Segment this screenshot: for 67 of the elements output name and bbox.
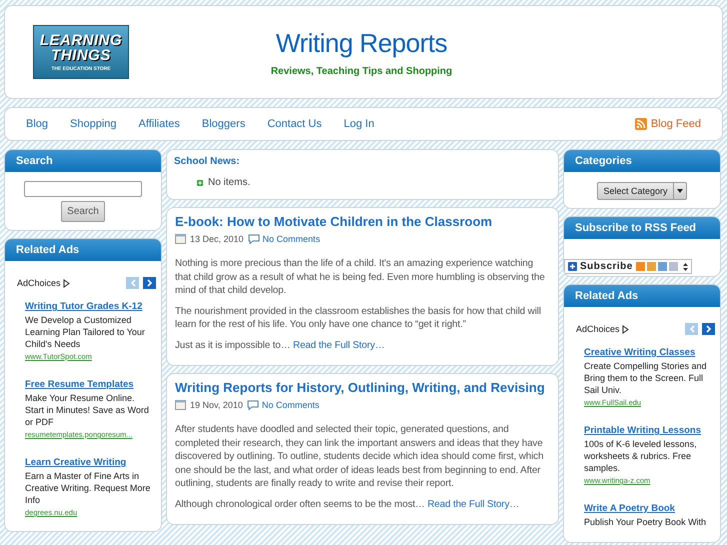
play-triangle-icon bbox=[62, 278, 70, 288]
adchoices-link[interactable]: AdChoices bbox=[576, 324, 629, 334]
widget-header: Search bbox=[5, 150, 161, 172]
post-paragraph: The nourishment provided in the classroom establishes the basis for how that child will learn for the rest of his life. You only have one chance to “get it right.” bbox=[175, 304, 542, 332]
ad-title-link[interactable]: Creative Writing Classes bbox=[584, 347, 712, 358]
site-title[interactable]: Writing Reports bbox=[276, 28, 448, 58]
adchoices-link[interactable]: AdChoices bbox=[17, 278, 70, 288]
nav-link[interactable]: Log In bbox=[344, 118, 374, 130]
post-title-link[interactable]: Writing Reports for History, Outlining, Writing, and Revising bbox=[175, 380, 550, 395]
chevron-left-icon bbox=[130, 279, 136, 287]
ad-description: Create Compelling Stories and Bring them to the Screen. Full Sail Univ. bbox=[584, 360, 708, 396]
nav-link[interactable]: Shopping bbox=[70, 118, 117, 130]
ad-title-link[interactable]: Printable Writing Lessons bbox=[584, 425, 712, 436]
ad-description: 100s of K-6 leveled lessons, worksheets & rubrics. Free samples. bbox=[584, 438, 698, 474]
chevron-right-icon bbox=[706, 325, 712, 333]
ad-title-link[interactable]: Writing Tutor Grades K-12 bbox=[25, 301, 153, 312]
calendar-icon bbox=[175, 400, 186, 410]
read-more-link[interactable]: Read the Full Story… bbox=[292, 340, 385, 350]
widget-header: Related Ads bbox=[564, 285, 720, 307]
nav-link[interactable]: Blog bbox=[26, 118, 48, 130]
category-dropdown[interactable]: Select Category bbox=[597, 182, 687, 200]
news-item-text: No items. bbox=[208, 177, 250, 188]
nav-link[interactable]: Bloggers bbox=[202, 118, 246, 130]
post-excerpt: Just as it is impossible to… Read the Full Story… bbox=[175, 338, 386, 352]
blog-feed-link[interactable]: Blog Feed bbox=[634, 118, 701, 130]
ad-description: Make Your Resume Online. Start in Minutes! Save as Word or PDF bbox=[25, 392, 150, 428]
ad-title-link[interactable]: Free Resume Templates bbox=[25, 379, 153, 390]
rss-icon bbox=[634, 118, 647, 130]
widget-header: Related Ads bbox=[5, 239, 161, 261]
chevron-left-icon bbox=[688, 325, 694, 333]
post-paragraph: Nothing is more precious than the life of a child. It's an amazing experience watching that child grow as a result of what he is being fed. Even more humbling is observing the mind of that child develop. bbox=[175, 257, 546, 298]
widget-header: Subscribe to RSS Feed bbox=[564, 217, 720, 239]
read-more-link[interactable]: Read the Full Story… bbox=[427, 498, 520, 510]
post-date: 19 Nov, 2010 bbox=[190, 400, 243, 410]
previous-button[interactable] bbox=[685, 323, 698, 335]
previous-button[interactable] bbox=[126, 277, 139, 289]
comments-link[interactable]: No Comments bbox=[248, 234, 320, 244]
nav-link[interactable]: Contact Us bbox=[267, 118, 322, 130]
plus-icon bbox=[568, 262, 577, 271]
post-title-link[interactable]: E-book: How to Motivate Children in the Classroom bbox=[175, 214, 550, 229]
next-button[interactable] bbox=[143, 277, 156, 289]
calendar-icon bbox=[175, 234, 186, 244]
search-field[interactable] bbox=[24, 181, 142, 197]
ad-title-link[interactable]: Write A Poetry Book bbox=[584, 503, 712, 514]
site-tagline: Reviews, Teaching Tips and Shopping bbox=[270, 66, 452, 76]
ad-title-link[interactable]: Learn Creative Writing bbox=[25, 457, 153, 468]
post-excerpt: Although chronological order often seems to be the most… Read the Full Story… bbox=[175, 498, 520, 511]
speech-bubble-icon bbox=[246, 400, 259, 410]
post-paragraph: After students have doodled and selected their topic, generated questions, and completed their research, they can link the important answers and ideas that they have discovered by outlining. To outline, students decide which idea should come first, which one should be the last, and what order of ideas leads best from beginning to end. After outlining, students are finally ready to write and revise their report. bbox=[175, 423, 544, 490]
speech-bubble-icon bbox=[248, 234, 260, 244]
nav-link[interactable]: Affiliates bbox=[138, 118, 180, 130]
post-date: 13 Dec, 2010 bbox=[190, 234, 244, 244]
feed-reader-icons bbox=[636, 262, 680, 271]
up-down-arrows-icon bbox=[682, 262, 688, 270]
play-triangle-icon bbox=[622, 324, 629, 334]
ad-description: Earn a Master of Fine Arts in Creative Writing. Request More Info bbox=[25, 470, 152, 506]
ad-description: Publish Your Poetry Book With bbox=[584, 516, 708, 528]
comments-link[interactable]: No Comments bbox=[246, 400, 320, 410]
search-button[interactable]: Search bbox=[61, 201, 105, 222]
next-button[interactable] bbox=[702, 323, 715, 335]
widget-header: Categories bbox=[564, 150, 720, 172]
school-news-title: School News: bbox=[173, 155, 241, 167]
plus-bullet-icon bbox=[197, 180, 203, 186]
ad-description: We Develop a Customized Learning Plan Tailored to Your Child's Needs bbox=[25, 314, 146, 350]
chevron-right-icon bbox=[146, 279, 152, 287]
dropdown-caret-icon bbox=[676, 189, 683, 193]
subscribe-button[interactable]: Subscribe bbox=[564, 259, 692, 274]
